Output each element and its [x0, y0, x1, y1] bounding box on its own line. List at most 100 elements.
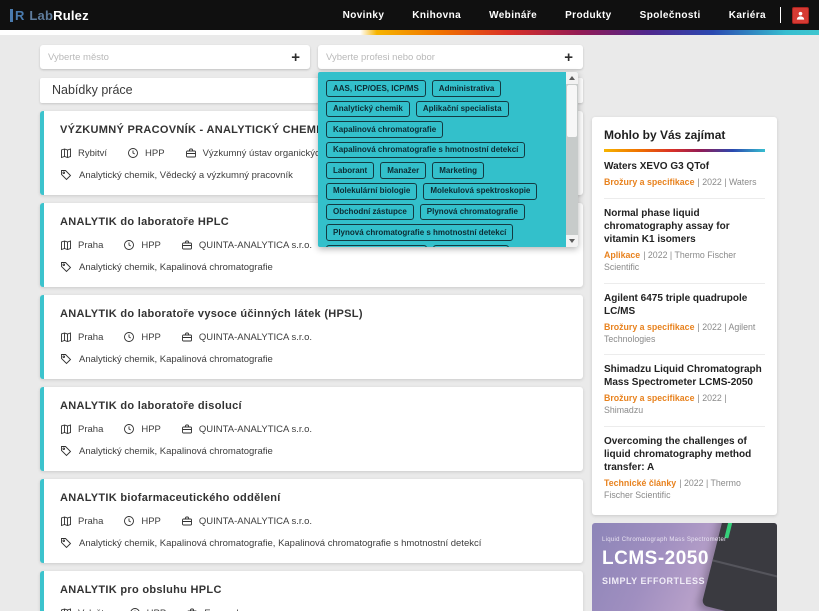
- briefcase-icon: [181, 423, 193, 435]
- job-title: ANALYTIK pro obsluhu HPLC: [60, 584, 567, 596]
- related-heading: Mohlo by Vás zajímat: [604, 128, 765, 142]
- ad-tagline: SIMPLY EFFORTLESS: [602, 576, 726, 586]
- job-company-label: QUINTA-ANALYTICA s.r.o.: [199, 332, 312, 343]
- tag-icon: [60, 537, 72, 549]
- nav-item[interactable]: Produkty: [565, 10, 612, 21]
- nav-item[interactable]: Knihovna: [412, 10, 461, 21]
- job-contract: HPP: [129, 607, 167, 611]
- top-navbar: R LabRulez Novinky Knihovna Webináře Pro…: [0, 0, 819, 30]
- profession-tag[interactable]: Kapalinová chromatografie: [326, 121, 443, 138]
- ad-model: LCMS-2050: [602, 548, 726, 570]
- article-item[interactable]: Waters XEVO G3 QTof Brožury a specifikac…: [604, 152, 765, 199]
- job-meta-row: Praha HPP QUINTA-ANALYTICA s.r.o.: [60, 331, 567, 343]
- profession-tag[interactable]: Marketing: [432, 162, 484, 179]
- job-card[interactable]: ANALYTIK do laboratoře vysoce účinných l…: [40, 295, 583, 379]
- profession-tag[interactable]: Plynová chromatografie: [420, 204, 525, 221]
- article-title: Shimadzu Liquid Chromatograph Mass Spect…: [604, 363, 765, 389]
- brand-gradient-strip: [0, 30, 819, 35]
- clock-icon: [123, 423, 135, 435]
- profession-tag[interactable]: Obchodní zástupce: [326, 204, 414, 221]
- nav-item[interactable]: Kariéra: [729, 10, 766, 21]
- job-company-label: Enaspol a.s.: [204, 608, 256, 611]
- article-category[interactable]: Brožury a specifikace: [604, 177, 694, 187]
- person-icon: [795, 10, 806, 21]
- article-title: Overcoming the challenges of liquid chro…: [604, 435, 765, 474]
- job-contract: HPP: [127, 147, 165, 159]
- article-item[interactable]: Overcoming the challenges of liquid chro…: [604, 427, 765, 511]
- tag-icon: [60, 169, 72, 181]
- article-source: | 2022 | Waters: [697, 177, 756, 187]
- add-city-icon[interactable]: +: [289, 50, 302, 65]
- profession-tag[interactable]: AAS, ICP/OES, ICP/MS: [326, 80, 426, 97]
- profession-dropdown: AAS, ICP/OES, ICP/MS Administrativa Anal…: [318, 72, 578, 247]
- profession-input[interactable]: [326, 52, 562, 63]
- nav-divider: [780, 7, 781, 23]
- job-contract-label: HPP: [147, 608, 167, 611]
- job-title: ANALYTIK do laboratoře vysoce účinných l…: [60, 308, 567, 320]
- scroll-down-icon: [569, 239, 575, 243]
- briefcase-icon: [186, 607, 198, 611]
- profession-tag[interactable]: Molekulární biologie: [326, 183, 417, 200]
- job-location-label: Praha: [78, 240, 103, 251]
- map-icon: [60, 331, 72, 343]
- logo-text: LabRulez: [29, 8, 88, 23]
- job-contract: HPP: [123, 239, 161, 251]
- nav-item[interactable]: Novinky: [343, 10, 385, 21]
- job-tags-row: Analytický chemik, Kapalinová chromatogr…: [60, 261, 567, 273]
- job-card[interactable]: ANALYTIK biofarmaceutického oddělení Pra…: [40, 479, 583, 563]
- job-card[interactable]: ANALYTIK do laboratoře disolucí Praha HP…: [40, 387, 583, 471]
- map-icon: [60, 515, 72, 527]
- tag-icon: [60, 445, 72, 457]
- job-location-label: Praha: [78, 516, 103, 527]
- profession-tag[interactable]: Analytický chemik: [326, 101, 410, 118]
- article-category[interactable]: Brožury a specifikace: [604, 322, 694, 332]
- job-tags-label: Analytický chemik, Kapalinová chromatogr…: [79, 262, 273, 273]
- scroll-down-button[interactable]: [566, 235, 578, 247]
- user-account-icon[interactable]: [792, 7, 809, 24]
- job-contract: HPP: [123, 423, 161, 435]
- map-icon: [60, 423, 72, 435]
- article-category[interactable]: Aplikace: [604, 250, 640, 260]
- lcms-ad-banner[interactable]: Liquid Chromatograph Mass Spectrometer L…: [592, 523, 777, 611]
- job-company-label: QUINTA-ANALYTICA s.r.o.: [199, 424, 312, 435]
- job-location: Velvěty: [60, 607, 109, 611]
- profession-tag[interactable]: Plynová chromatografie s hmotnostní dete…: [326, 224, 513, 241]
- briefcase-icon: [185, 147, 197, 159]
- article-category[interactable]: Brožury a specifikace: [604, 393, 694, 403]
- profession-tag[interactable]: Produktový specialista: [326, 245, 427, 247]
- profession-tag[interactable]: Kapalinová chromatografie s hmotnostní d…: [326, 142, 525, 159]
- clock-icon: [127, 147, 139, 159]
- add-profession-icon[interactable]: +: [562, 50, 575, 65]
- city-filter: +: [40, 45, 310, 69]
- map-icon: [60, 147, 72, 159]
- tag-icon: [60, 261, 72, 273]
- labrulez-logo[interactable]: R LabRulez: [10, 8, 89, 23]
- job-card[interactable]: ANALYTIK pro obsluhu HPLC Velvěty HPP: [40, 571, 583, 611]
- job-tags-label: Analytický chemik, Kapalinová chromatogr…: [79, 446, 273, 457]
- article-item[interactable]: Normal phase liquid chromatography assay…: [604, 199, 765, 284]
- profession-tag[interactable]: Servisní technik: [433, 245, 508, 247]
- profession-tag[interactable]: Administrativa: [432, 80, 502, 97]
- job-meta-row: Velvěty HPP Enaspol a.s.: [60, 607, 567, 611]
- profession-tag[interactable]: Molekulová spektroskopie: [423, 183, 537, 200]
- job-contract-label: HPP: [141, 516, 161, 527]
- profession-tag[interactable]: Laborant: [326, 162, 374, 179]
- city-input[interactable]: [48, 52, 289, 63]
- job-company: QUINTA-ANALYTICA s.r.o.: [181, 515, 312, 527]
- article-category[interactable]: Technické články: [604, 478, 676, 488]
- briefcase-icon: [181, 239, 193, 251]
- article-item[interactable]: Agilent 6475 triple quadrupole LC/MS Bro…: [604, 284, 765, 356]
- scroll-up-button[interactable]: [566, 72, 578, 84]
- article-item[interactable]: Shimadzu Liquid Chromatograph Mass Spect…: [604, 355, 765, 427]
- job-meta-row: Praha HPP QUINTA-ANALYTICA s.r.o.: [60, 515, 567, 527]
- profession-tag[interactable]: Manažer: [380, 162, 426, 179]
- ad-kicker: Liquid Chromatograph Mass Spectrometer: [602, 537, 726, 543]
- nav-item[interactable]: Společnosti: [640, 10, 701, 21]
- article-title: Agilent 6475 triple quadrupole LC/MS: [604, 292, 765, 318]
- job-tags-label: Analytický chemik, Vědecký a výzkumný pr…: [79, 170, 293, 181]
- nav-item[interactable]: Webináře: [489, 10, 537, 21]
- nav-menu: Novinky Knihovna Webináře Produkty Spole…: [343, 10, 766, 21]
- scrollbar-thumb[interactable]: [567, 85, 577, 137]
- sidebar: Mohlo by Vás zajímat Waters XEVO G3 QTof…: [592, 117, 777, 611]
- profession-tag[interactable]: Aplikační specialista: [416, 101, 509, 118]
